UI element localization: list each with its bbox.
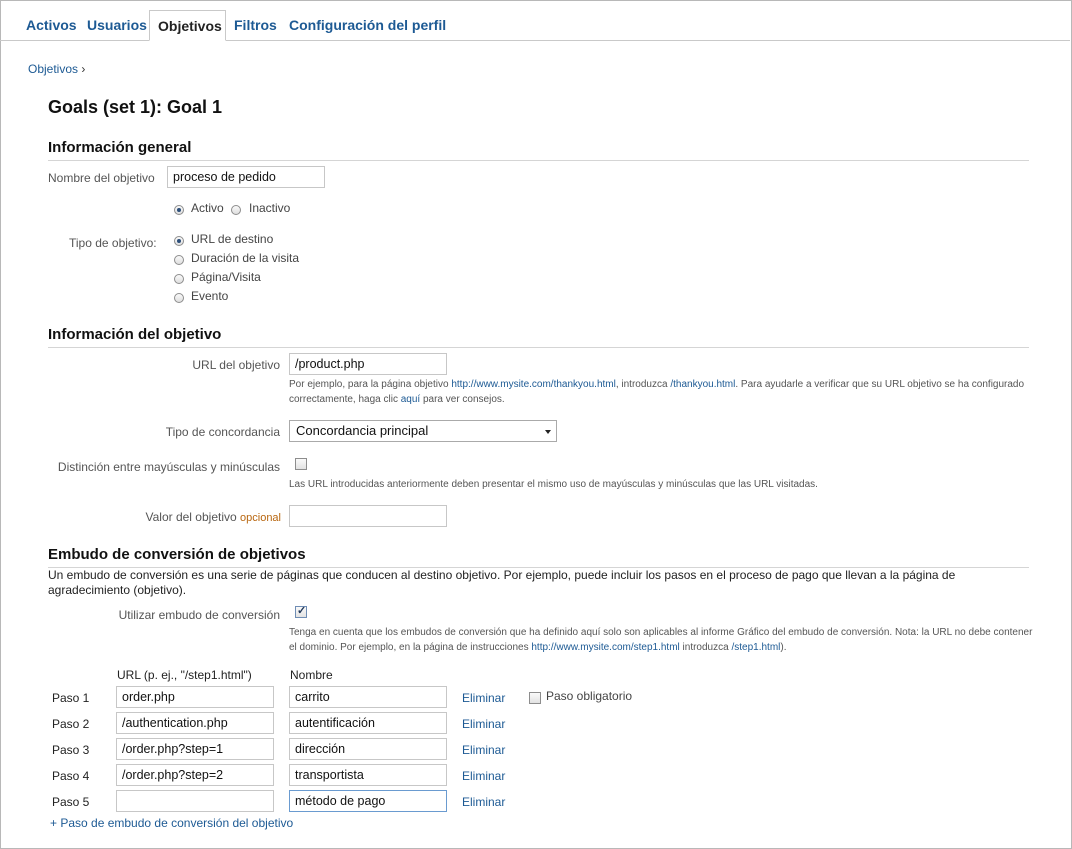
type-duration-label: Duración de la visita bbox=[191, 251, 300, 265]
example-thankyou-path-link[interactable]: /thankyou.html bbox=[670, 379, 735, 390]
optional-tag: opcional bbox=[240, 512, 281, 524]
goal-url-help-text-1: Por ejemplo, para la página objetivo bbox=[289, 379, 452, 390]
example-step-path-link[interactable]: /step1.html bbox=[731, 642, 780, 653]
goal-url-help-text-4: para ver consejos. bbox=[420, 394, 505, 405]
chevron-down-icon bbox=[545, 430, 551, 434]
example-thankyou-url-link[interactable]: http://www.mysite.com/thankyou.html bbox=[451, 379, 616, 390]
funnel-note-text-3: ). bbox=[780, 642, 787, 653]
breadcrumb-objetivos-link[interactable]: Objetivos bbox=[28, 62, 78, 76]
general-section-divider bbox=[48, 160, 1029, 161]
goal-value-label: Valor del objetivo opcional bbox=[100, 510, 282, 524]
step-1-required-checkbox[interactable] bbox=[529, 692, 541, 704]
step-4-remove-link[interactable]: Eliminar bbox=[462, 769, 505, 783]
type-duration-radio[interactable] bbox=[174, 255, 184, 265]
type-event-label: Evento bbox=[191, 289, 229, 303]
funnel-note-text-2: introduzca bbox=[679, 642, 732, 653]
step-1-url-input[interactable]: order.php bbox=[116, 686, 274, 708]
tab-bar: Activos Usuarios Objetivos Filtros Confi… bbox=[0, 0, 1070, 41]
step-4-url-input[interactable]: /order.php?step=2 bbox=[116, 764, 274, 786]
status-inactive-radio[interactable] bbox=[231, 205, 241, 215]
funnel-name-column-header: Nombre bbox=[290, 668, 333, 682]
step-4-label: Paso 4 bbox=[52, 769, 90, 783]
step-5-url-input[interactable] bbox=[116, 790, 274, 812]
use-funnel-label: Utilizar embudo de conversión bbox=[118, 608, 280, 622]
type-event-radio[interactable] bbox=[174, 293, 184, 303]
type-pages-radio[interactable] bbox=[174, 274, 184, 284]
step-3-label: Paso 3 bbox=[52, 743, 90, 757]
match-type-label: Tipo de concordancia bbox=[165, 425, 280, 439]
step-4-name-input[interactable]: transportista bbox=[289, 764, 447, 786]
example-step-url-link[interactable]: http://www.mysite.com/step1.html bbox=[531, 642, 679, 653]
step-5-label: Paso 5 bbox=[52, 795, 90, 809]
type-pages-label: Página/Visita bbox=[191, 270, 261, 284]
goal-value-label-text: Valor del objetivo bbox=[145, 510, 237, 524]
step-2-label: Paso 2 bbox=[52, 717, 90, 731]
goal-value-input[interactable] bbox=[289, 505, 447, 527]
step-1-label: Paso 1 bbox=[52, 691, 90, 705]
goal-info-section-divider bbox=[48, 347, 1029, 348]
breadcrumb-separator: › bbox=[81, 62, 86, 76]
step-2-remove-link[interactable]: Eliminar bbox=[462, 717, 505, 731]
goal-url-help: Por ejemplo, para la página objetivo htt… bbox=[289, 377, 1034, 407]
step-5-remove-link[interactable]: Eliminar bbox=[462, 795, 505, 809]
funnel-description: Un embudo de conversión es una serie de … bbox=[48, 568, 956, 597]
step-2-url-input[interactable]: /authentication.php bbox=[116, 712, 274, 734]
step-3-name-input[interactable]: dirección bbox=[289, 738, 447, 760]
tab-usuarios[interactable]: Usuarios bbox=[87, 10, 147, 40]
goal-type-label: Tipo de objetivo: bbox=[69, 236, 157, 250]
case-sensitive-label: Distinción entre mayúsculas y minúsculas bbox=[57, 460, 280, 474]
general-section-title: Información general bbox=[48, 139, 192, 156]
add-funnel-step-link[interactable]: + Paso de embudo de conversión del objet… bbox=[50, 816, 293, 830]
funnel-section-title: Embudo de conversión de objetivos bbox=[48, 546, 306, 563]
tab-objetivos[interactable]: Objetivos bbox=[149, 10, 226, 41]
funnel-url-column-header: URL (p. ej., "/step1.html") bbox=[117, 668, 252, 682]
type-url-label: URL de destino bbox=[191, 232, 274, 246]
goal-name-input[interactable]: proceso de pedido bbox=[167, 166, 325, 188]
breadcrumb: Objetivos › bbox=[28, 62, 85, 76]
step-1-remove-link[interactable]: Eliminar bbox=[462, 691, 505, 705]
match-type-select[interactable]: Concordancia principal bbox=[289, 420, 557, 442]
page-title: Goals (set 1): Goal 1 bbox=[48, 97, 223, 117]
goal-url-label: URL del objetivo bbox=[192, 358, 280, 372]
step-1-name-input[interactable]: carrito bbox=[289, 686, 447, 708]
status-active-label: Activo bbox=[191, 201, 224, 215]
step-5-name-input[interactable]: método de pago bbox=[289, 790, 447, 812]
goal-url-help-text-2: , introduzca bbox=[615, 379, 671, 390]
goal-url-input[interactable]: /product.php bbox=[289, 353, 447, 375]
step-1-required-label: Paso obligatorio bbox=[546, 689, 633, 703]
status-inactive-label: Inactivo bbox=[249, 201, 291, 215]
tab-configuracion-perfil[interactable]: Configuración del perfil bbox=[289, 10, 446, 40]
tips-link[interactable]: aquí bbox=[401, 394, 420, 405]
case-sensitive-help: Las URL introducidas anteriormente deben… bbox=[289, 479, 818, 490]
use-funnel-checkbox[interactable] bbox=[295, 604, 307, 618]
type-url-radio[interactable] bbox=[174, 236, 184, 246]
step-3-url-input[interactable]: /order.php?step=1 bbox=[116, 738, 274, 760]
tab-filtros[interactable]: Filtros bbox=[234, 10, 277, 40]
match-type-value: Concordancia principal bbox=[296, 423, 429, 438]
goal-info-section-title: Información del objetivo bbox=[48, 326, 222, 343]
goal-name-label: Nombre del objetivo bbox=[48, 171, 155, 185]
step-3-remove-link[interactable]: Eliminar bbox=[462, 743, 505, 757]
funnel-note: Tenga en cuenta que los embudos de conve… bbox=[289, 625, 1034, 655]
case-sensitive-checkbox[interactable] bbox=[295, 458, 307, 470]
step-2-name-input[interactable]: autentificación bbox=[289, 712, 447, 734]
tab-activos[interactable]: Activos bbox=[26, 10, 77, 40]
status-active-radio[interactable] bbox=[174, 205, 184, 215]
